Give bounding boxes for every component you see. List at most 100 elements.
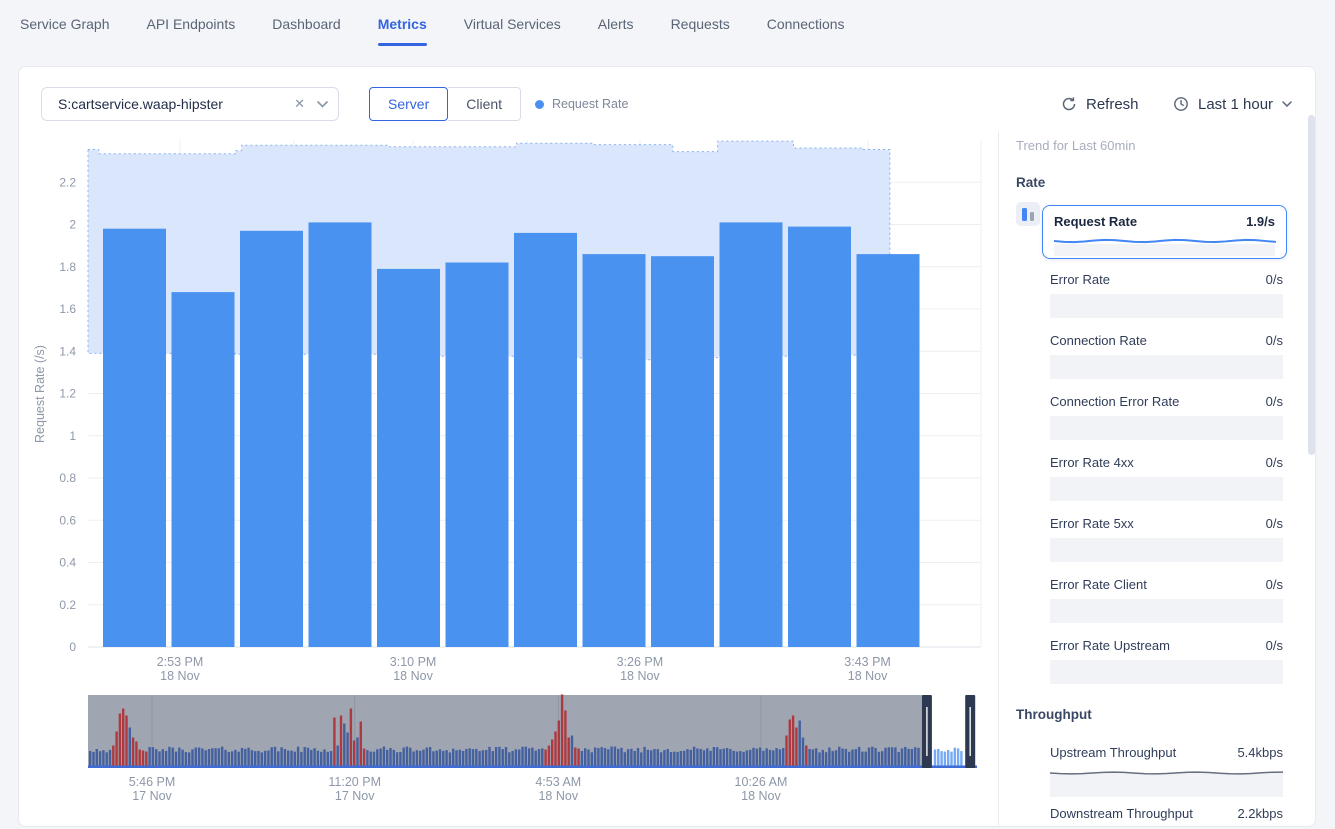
brush-bar — [802, 738, 804, 766]
brush-bar — [89, 751, 91, 766]
brush-bar — [102, 750, 104, 765]
brush-tick-date: 18 Nov — [741, 789, 781, 803]
brush-bar — [709, 751, 711, 766]
brush-bar — [234, 750, 236, 766]
brush-bar — [287, 751, 289, 766]
metric-value: 5.4kbps — [1237, 745, 1283, 760]
brush-bar — [911, 749, 913, 766]
request-rate-bar[interactable] — [651, 256, 714, 647]
brush-bar — [640, 752, 642, 765]
metric-card-error-rate-5xx[interactable]: Error Rate 5xx0/s — [1050, 516, 1283, 562]
brush-bar — [188, 752, 190, 765]
brush-tick-time: 11:20 PM — [328, 775, 381, 789]
brush-bar — [346, 733, 348, 766]
metric-label: Error Rate Client — [1050, 577, 1147, 592]
brush-bar — [657, 749, 659, 765]
brush-bar — [148, 747, 150, 766]
brush-bar — [749, 750, 751, 766]
brush-bar — [792, 716, 794, 766]
brush-bar — [214, 748, 216, 765]
metric-card-connection-error-rate[interactable]: Connection Error Rate0/s — [1050, 394, 1283, 440]
metric-card-error-rate-upstream[interactable]: Error Rate Upstream0/s — [1050, 638, 1283, 684]
brush-bar — [340, 716, 342, 766]
brush-bar — [676, 752, 678, 766]
brush-bar — [320, 752, 322, 766]
brush-bar — [680, 751, 682, 766]
brush-bar — [386, 750, 388, 766]
request-rate-bar[interactable] — [172, 292, 235, 647]
brush-bar — [772, 750, 774, 765]
request-rate-bar[interactable] — [446, 263, 509, 648]
request-rate-bar[interactable] — [377, 269, 440, 647]
brush-bar — [703, 750, 705, 765]
brush-bar — [343, 724, 345, 766]
y-axis-tick: 2 — [69, 218, 76, 232]
request-rate-bar[interactable] — [720, 222, 783, 647]
brush-bar — [584, 748, 586, 765]
request-rate-bar[interactable] — [103, 229, 166, 647]
brush-bar — [449, 752, 451, 765]
brush-bar — [280, 747, 282, 765]
request-rate-bar[interactable] — [240, 231, 303, 647]
request-rate-bar[interactable] — [514, 233, 577, 647]
brush-bar — [795, 728, 797, 766]
brush-bar — [739, 751, 741, 765]
y-axis-label: Request Rate (/s) — [33, 345, 47, 443]
metric-value: 0/s — [1266, 394, 1283, 409]
brush-bar — [389, 748, 391, 766]
brush-bar — [158, 751, 160, 765]
brush-bar — [693, 747, 695, 766]
metric-card-error-rate-4xx[interactable]: Error Rate 4xx0/s — [1050, 455, 1283, 501]
request-rate-bar[interactable] — [857, 254, 920, 647]
brush-bar — [874, 748, 876, 766]
brush-bar — [505, 747, 507, 766]
brush-bar — [172, 748, 174, 766]
time-range-select[interactable]: Last 1 hour — [1173, 87, 1292, 121]
brush-bar — [337, 746, 339, 766]
brush-bar — [455, 750, 457, 765]
brush-bar — [577, 749, 579, 766]
refresh-button[interactable]: Refresh — [1061, 87, 1139, 121]
metric-card-request-rate[interactable]: Request Rate1.9/s — [1042, 205, 1287, 259]
brush-bar — [868, 748, 870, 766]
brush-bar — [637, 748, 639, 766]
brush-bar — [132, 738, 134, 766]
scrollbar-thumb[interactable] — [1308, 115, 1315, 455]
brush-bar — [145, 752, 147, 766]
brush-bar — [403, 748, 405, 766]
brush-bar — [274, 747, 276, 766]
metric-card-error-rate[interactable]: Error Rate0/s — [1050, 272, 1283, 318]
brush-bar — [502, 749, 504, 765]
brush-bar — [835, 750, 837, 765]
brush-bar — [429, 747, 431, 766]
brush-bar — [313, 748, 315, 765]
brush-bar — [591, 752, 593, 765]
brush-bar — [713, 747, 715, 766]
brush-bar — [323, 749, 325, 765]
brush-bar — [647, 750, 649, 766]
brush-bar — [845, 749, 847, 766]
metric-card-error-rate-client[interactable]: Error Rate Client0/s — [1050, 577, 1283, 623]
request-rate-bar[interactable] — [788, 227, 851, 647]
request-rate-bar[interactable] — [309, 222, 372, 647]
metric-card-downstream-throughput[interactable]: Downstream Throughput2.2kbps — [1050, 806, 1283, 827]
metric-card-connection-rate[interactable]: Connection Rate0/s — [1050, 333, 1283, 379]
brush-bar — [944, 752, 946, 766]
brush-bar — [241, 748, 243, 766]
brush-bar — [475, 749, 477, 766]
metric-card-upstream-throughput[interactable]: Upstream Throughput5.4kbps — [1050, 745, 1283, 797]
server-tab[interactable]: Server — [369, 87, 448, 121]
metric-sparkline-area — [1050, 355, 1283, 379]
metric-value: 0/s — [1266, 455, 1283, 470]
brush-bar — [521, 747, 523, 766]
request-rate-bar[interactable] — [583, 254, 646, 647]
brush-bar — [333, 718, 335, 766]
brush-bar — [663, 750, 665, 765]
metric-label: Error Rate — [1050, 272, 1110, 287]
brush-bar — [894, 747, 896, 765]
y-axis-tick: 1.4 — [59, 344, 76, 358]
brush-bar — [488, 747, 490, 766]
brush-bar — [175, 752, 177, 766]
brush-bar — [947, 750, 949, 766]
metric-label: Error Rate Upstream — [1050, 638, 1170, 653]
